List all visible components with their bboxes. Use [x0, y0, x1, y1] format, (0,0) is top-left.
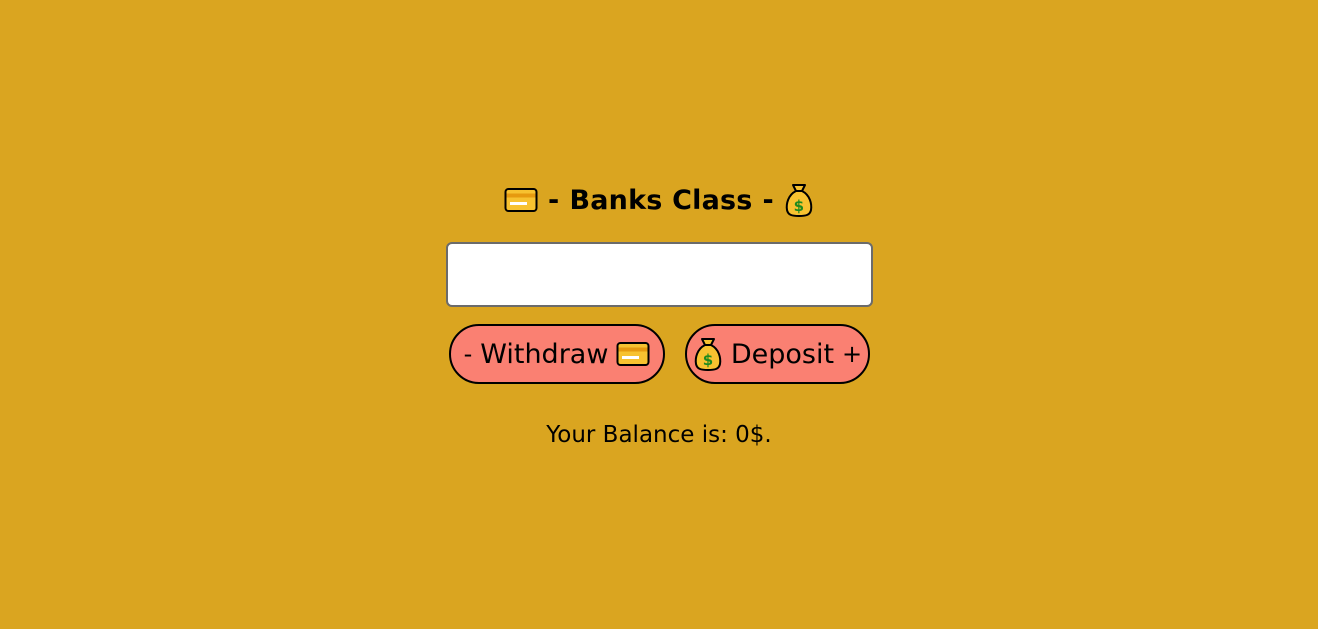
title-text: Banks Class — [569, 184, 753, 216]
withdraw-sign: - — [463, 340, 473, 368]
balance-text: Your Balance is: 0$. — [546, 422, 772, 448]
amount-input[interactable] — [446, 242, 873, 307]
deposit-label: Deposit — [730, 338, 835, 370]
withdraw-button[interactable]: - Withdraw — [449, 324, 665, 384]
page-title: - Banks Class - $ — [0, 178, 1318, 222]
withdraw-label: Withdraw — [480, 338, 609, 370]
title-suffix: - — [762, 184, 774, 216]
deposit-button[interactable]: $ Deposit + — [685, 324, 870, 384]
money-bag-icon: $ — [784, 182, 814, 218]
bank-app: - Banks Class - $ - Withdraw $ Deposit +… — [0, 0, 1318, 629]
svg-text:$: $ — [703, 351, 713, 369]
svg-text:$: $ — [794, 197, 805, 215]
title-prefix: - — [548, 184, 560, 216]
money-bag-icon: $ — [693, 336, 723, 372]
credit-card-icon — [616, 341, 650, 367]
credit-card-icon — [504, 187, 538, 213]
deposit-sign: + — [842, 340, 863, 368]
